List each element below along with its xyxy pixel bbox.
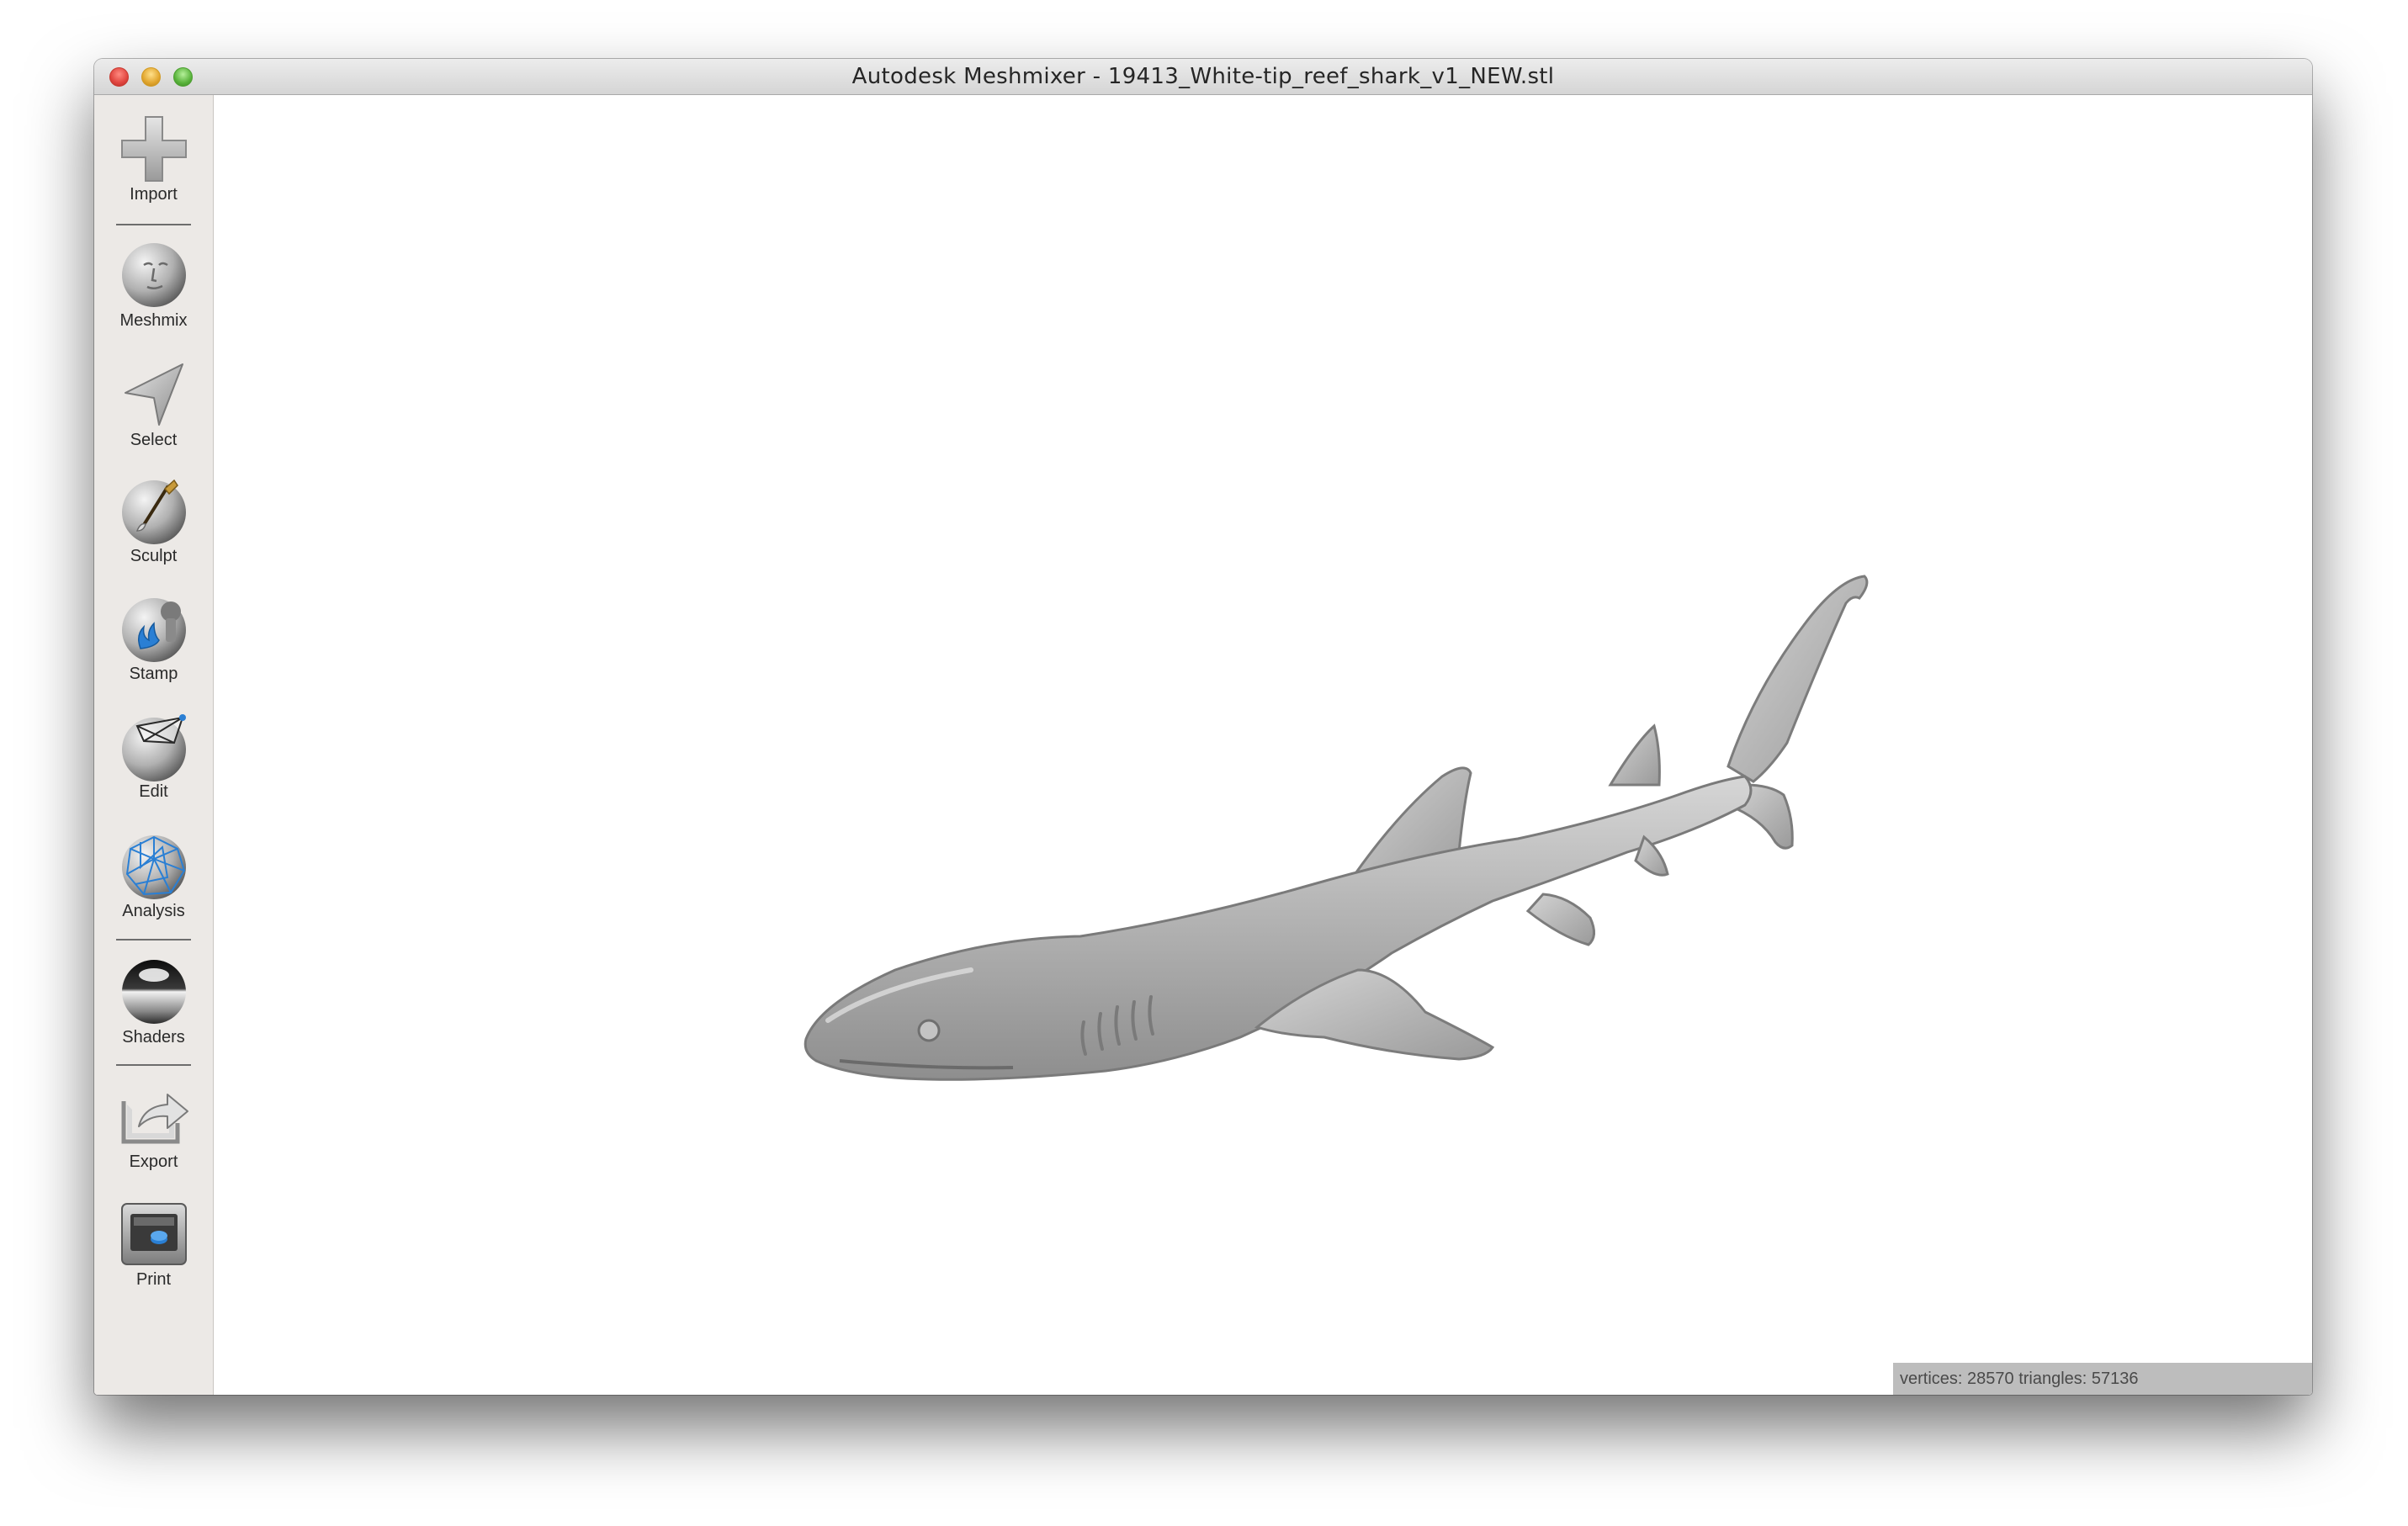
title-bar[interactable]: Autodesk Meshmixer - 19413_White-tip_ree… [94,59,2312,95]
edit-tool[interactable]: Edit [94,711,213,802]
mesh-stats-status: vertices: 28570 triangles: 57136 [1893,1363,2312,1395]
export-tool[interactable]: Export [94,1081,213,1172]
print-tool[interactable]: Print [94,1199,213,1290]
plus-icon [120,116,187,182]
analysis-label: Analysis [122,902,185,920]
tool-sidebar: Import Meshmix Select Sculpt Stamp Edit … [94,95,214,1395]
select-label: Select [130,431,178,449]
import-tool[interactable]: Import [94,114,213,204]
3d-viewport[interactable]: vertices: 28570 triangles: 57136 [214,95,2312,1395]
toolbar-divider [116,224,191,225]
stamp-sphere-icon [121,598,186,662]
print-label: Print [135,1270,172,1289]
edit-sphere-icon [121,714,186,782]
app-window: Autodesk Meshmixer - 19413_White-tip_ree… [94,59,2312,1395]
chrome-sphere-icon [121,960,186,1024]
brush-sphere-icon [121,479,186,544]
import-label: Import [130,185,178,204]
select-tool[interactable]: Select [94,359,213,450]
window-title: Autodesk Meshmixer - 19413_White-tip_ree… [851,64,1555,89]
stamp-label: Stamp [129,665,178,683]
shaders-label: Shaders [122,1028,185,1046]
sculpt-tool[interactable]: Sculpt [94,475,213,566]
export-icon [121,1094,188,1144]
export-label: Export [129,1152,178,1171]
printer-icon [120,1203,187,1265]
mesh-sphere-icon [121,835,186,899]
shark-mesh[interactable] [803,499,1981,1189]
analysis-tool[interactable]: Analysis [94,830,213,921]
edit-label: Edit [139,782,168,801]
sculpt-label: Sculpt [130,547,178,565]
face-sphere-icon [121,243,186,307]
shaders-tool[interactable]: Shaders [94,956,213,1047]
toolbar-divider [116,1064,191,1066]
meshmix-label: Meshmix [119,311,188,330]
arrow-cursor-icon [124,363,183,426]
meshmix-tool[interactable]: Meshmix [94,240,213,331]
toolbar-divider [116,939,191,941]
stamp-tool[interactable]: Stamp [94,593,213,684]
